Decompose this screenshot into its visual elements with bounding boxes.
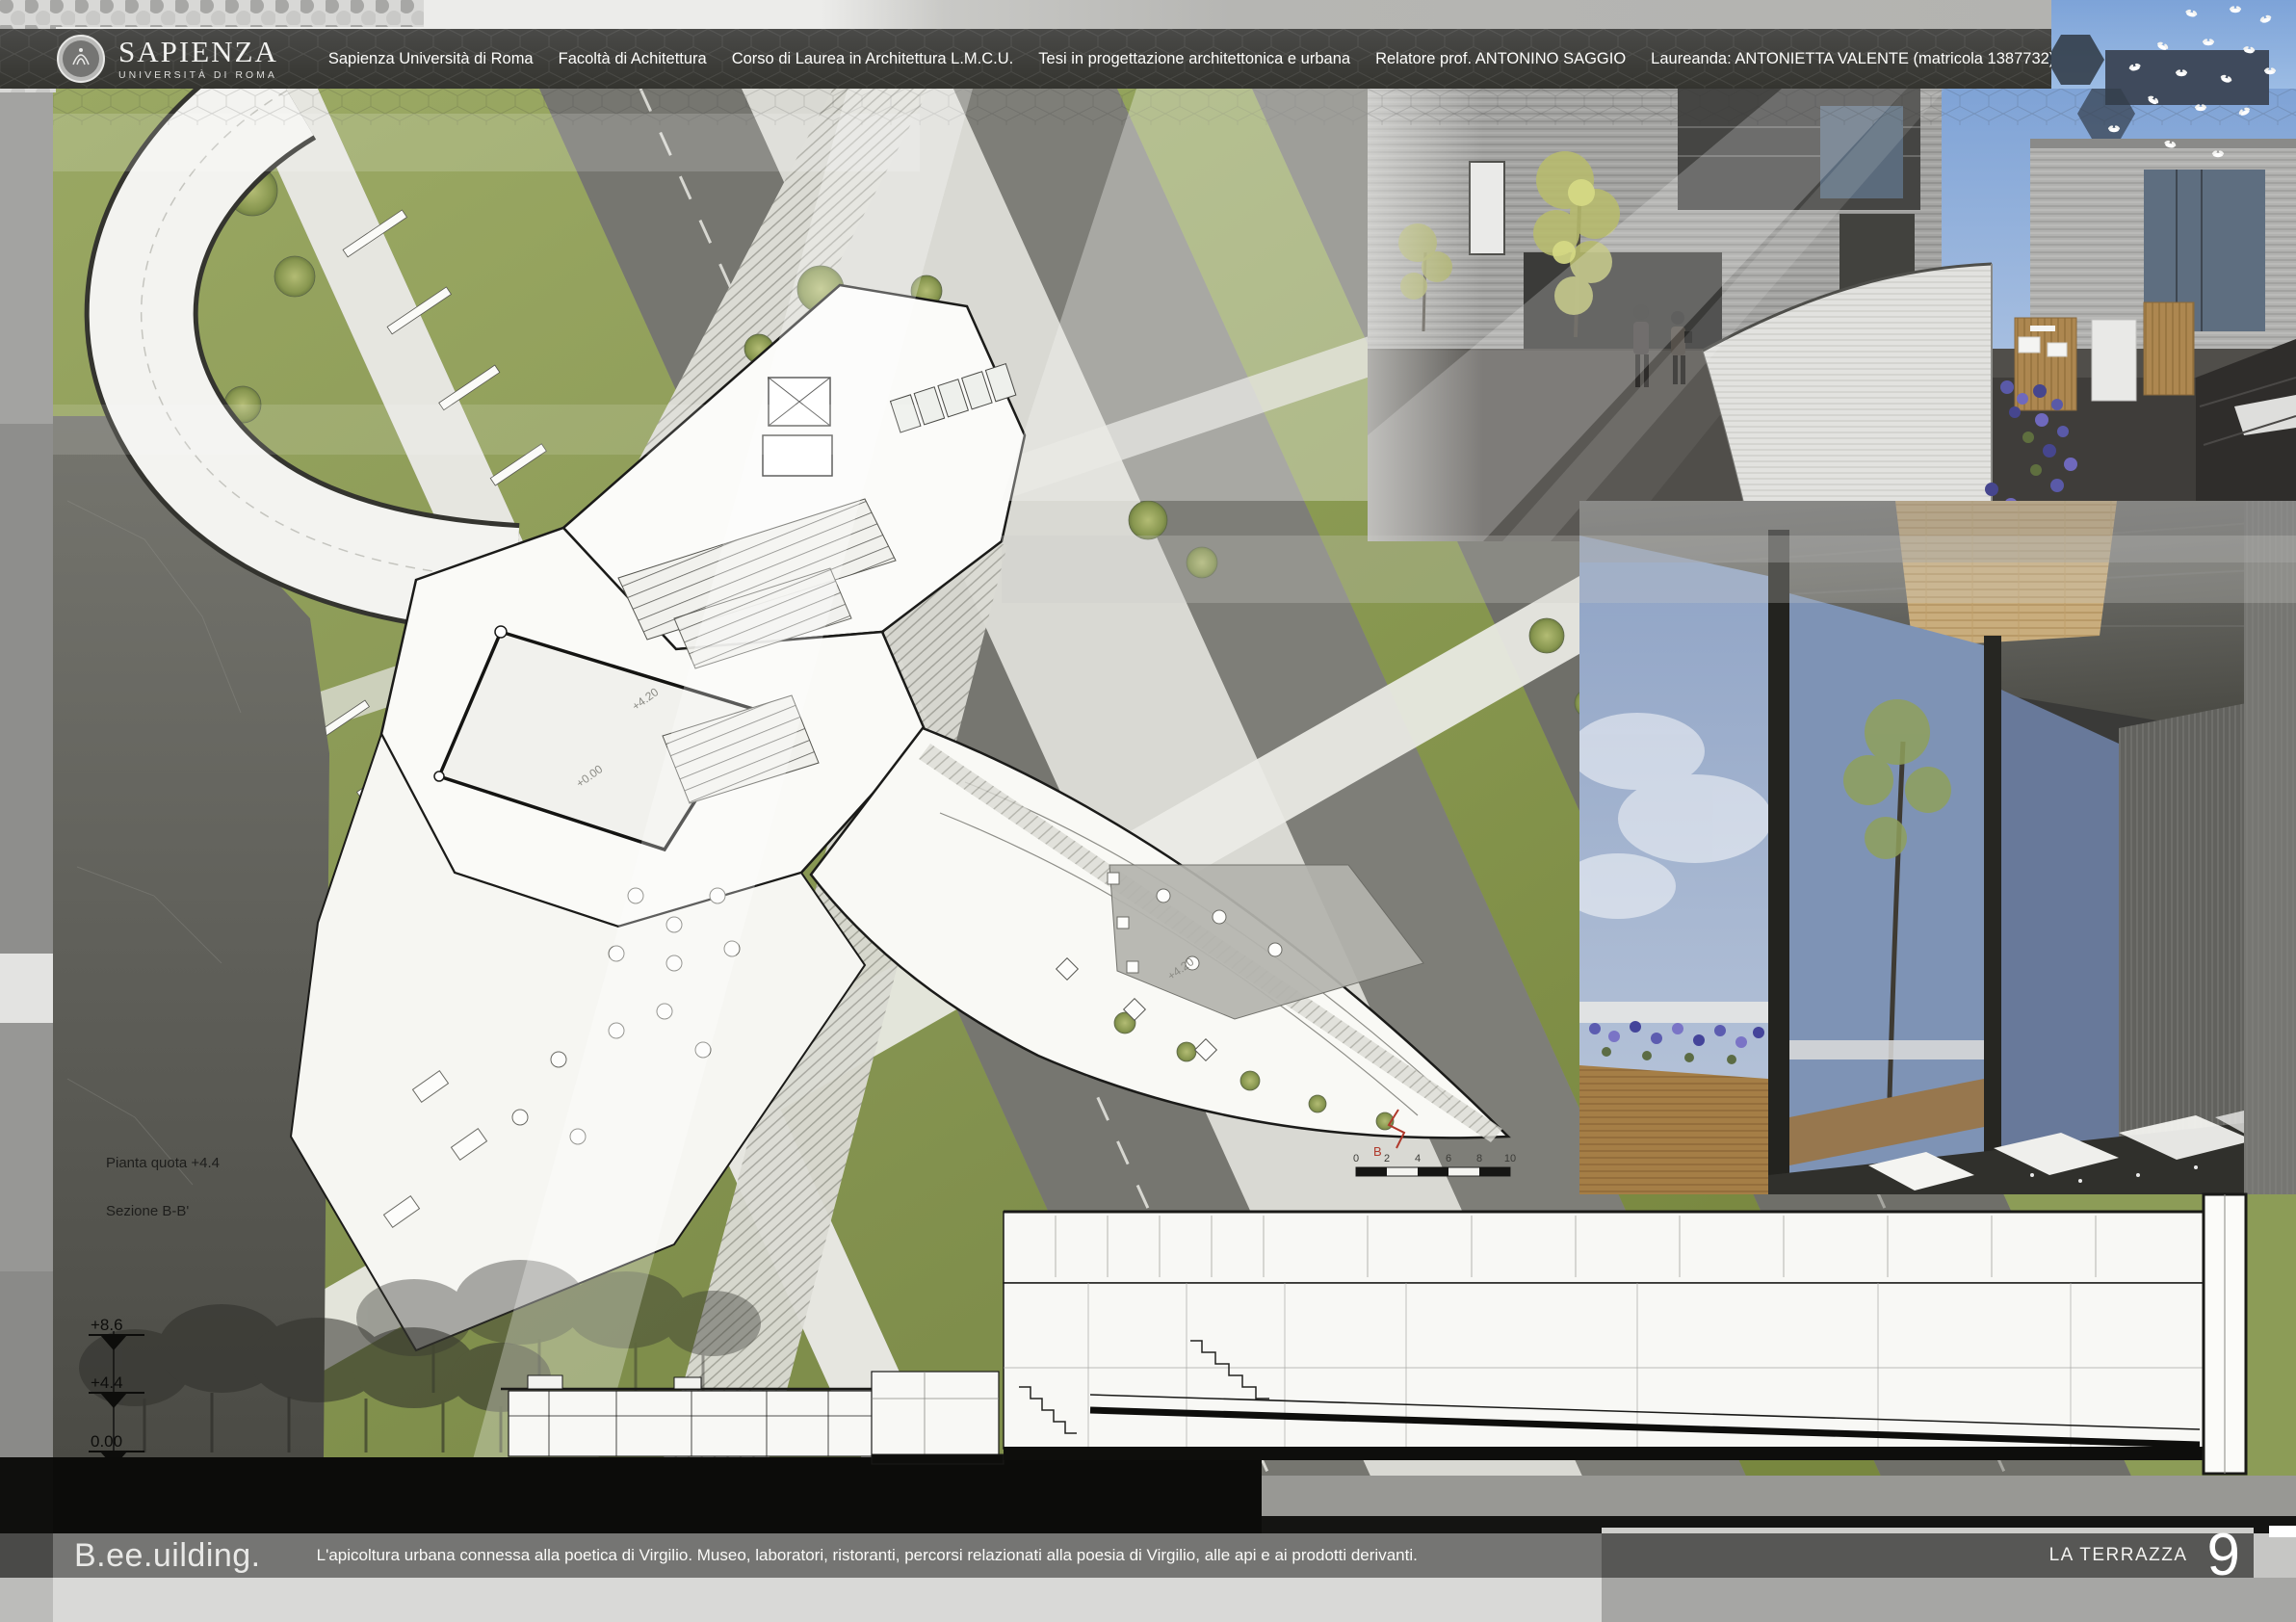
- strip-segment: [0, 1271, 53, 1457]
- logo-subtitle: UNIVERSITÀ DI ROMA: [118, 69, 278, 81]
- project-title: B.ee.uilding.: [74, 1537, 261, 1575]
- footer-corner: [2254, 1533, 2296, 1578]
- header-info-segment: Relatore prof. ANTONINO SAGGIO: [1375, 50, 1626, 68]
- left-margin-strip: [0, 0, 53, 1622]
- bottom-strip-left: [53, 1578, 1602, 1622]
- header-info-segment: Sapienza Università di Roma: [328, 50, 534, 68]
- bee-icon: [2202, 39, 2215, 46]
- project-description: L'apicoltura urbana connessa alla poetic…: [317, 1546, 1418, 1565]
- section-main: [1004, 1212, 2204, 1460]
- blend-edge: [1368, 89, 1483, 541]
- header-info-segment: Laureanda: ANTONIETTA VALENTE (matricola…: [1651, 50, 2051, 68]
- bee-icon: [2211, 150, 2225, 158]
- bee-icon: [2155, 39, 2171, 52]
- footer-sheet-bar: LA TERRAZZA 9: [1602, 1533, 2254, 1578]
- footer-notch: [2269, 1526, 2296, 1537]
- strip-segment: [0, 1457, 53, 1533]
- navy-band: [2105, 50, 2269, 105]
- header-info-segment: Corso di Laurea in Architettura L.M.C.U.: [732, 50, 1014, 68]
- window-mullion: [1984, 636, 2001, 1194]
- header-bar: SAPIENZA UNIVERSITÀ DI ROMA Sapienza Uni…: [0, 29, 2051, 89]
- bee-swarm: [2042, 0, 2296, 193]
- section-mid-piece: [872, 1372, 1004, 1464]
- footer-bar: B.ee.uilding. L'apicoltura urbana connes…: [53, 1533, 1602, 1578]
- sapienza-emblem-icon: [56, 34, 106, 84]
- hex-cell: [2047, 35, 2104, 85]
- bottom-strip-right: [1602, 1578, 2296, 1622]
- bee-icon: [2229, 6, 2242, 13]
- bee-icon: [2184, 8, 2199, 18]
- header-info-segment: Tesi in progettazione architettonica e u…: [1038, 50, 1350, 68]
- strip-segment: [0, 954, 53, 1023]
- strip-segment: [0, 92, 53, 424]
- sapienza-logo: SAPIENZA UNIVERSITÀ DI ROMA: [56, 34, 278, 84]
- strip-segment: [0, 1023, 53, 1271]
- bee-icon: [2258, 13, 2273, 25]
- section-right-wall: [2204, 1194, 2246, 1474]
- header-info: Sapienza Università di Roma Facoltà di A…: [328, 50, 2051, 68]
- strip-segment: [0, 424, 53, 954]
- interior-render: [1579, 501, 2296, 1194]
- collage-band: [1579, 501, 2296, 562]
- sheet-name-label: LA TERRAZZA: [2049, 1545, 2188, 1566]
- strip-segment: [0, 1533, 53, 1578]
- presentation-board: Pianta quota +4.4 Sezione B-B': [0, 0, 2296, 1622]
- strip-segment: [0, 1578, 53, 1622]
- section-left-piece: [501, 1375, 876, 1456]
- window-mullion: [1768, 530, 1789, 1194]
- interior-render-graphic: [1579, 501, 2296, 1194]
- bee-icon: [2163, 139, 2178, 149]
- page-number: 9: [2207, 1533, 2240, 1578]
- bee-icon: [2237, 105, 2253, 118]
- logo-title: SAPIENZA: [118, 37, 278, 66]
- header-info-segment: Facoltà di Achitettura: [559, 50, 707, 68]
